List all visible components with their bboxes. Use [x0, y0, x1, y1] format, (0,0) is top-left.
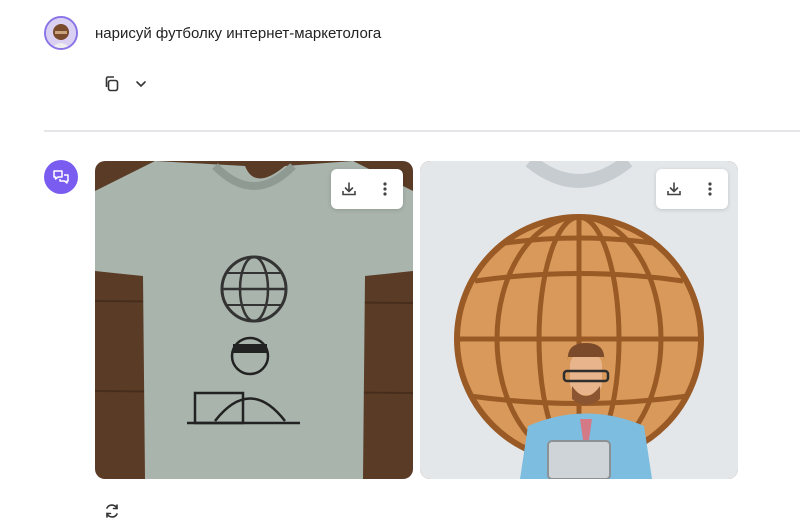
user-prompt-text: нарисуй футболку интернет-маркетолога — [95, 25, 382, 42]
download-button[interactable] — [660, 175, 688, 203]
more-button[interactable] — [696, 175, 724, 203]
more-vertical-icon — [383, 182, 387, 196]
download-button[interactable] — [335, 175, 363, 203]
user-avatar — [44, 16, 78, 50]
download-icon — [667, 182, 681, 196]
more-options-button[interactable] — [130, 72, 152, 96]
refresh-icon — [106, 504, 118, 518]
regenerate-button[interactable] — [100, 499, 124, 523]
image-1-toolbar — [331, 169, 403, 209]
divider — [44, 130, 800, 132]
copy-button[interactable] — [100, 72, 124, 96]
generated-image-2[interactable] — [420, 161, 738, 479]
download-icon — [342, 182, 356, 196]
copy-icon — [105, 76, 119, 92]
image-2-toolbar — [656, 169, 728, 209]
chevron-down-icon — [136, 81, 146, 88]
chat-bubbles-icon — [53, 170, 69, 184]
more-vertical-icon — [708, 182, 712, 196]
assistant-avatar — [44, 160, 78, 194]
more-button[interactable] — [371, 175, 399, 203]
generated-image-1[interactable] — [95, 161, 413, 479]
